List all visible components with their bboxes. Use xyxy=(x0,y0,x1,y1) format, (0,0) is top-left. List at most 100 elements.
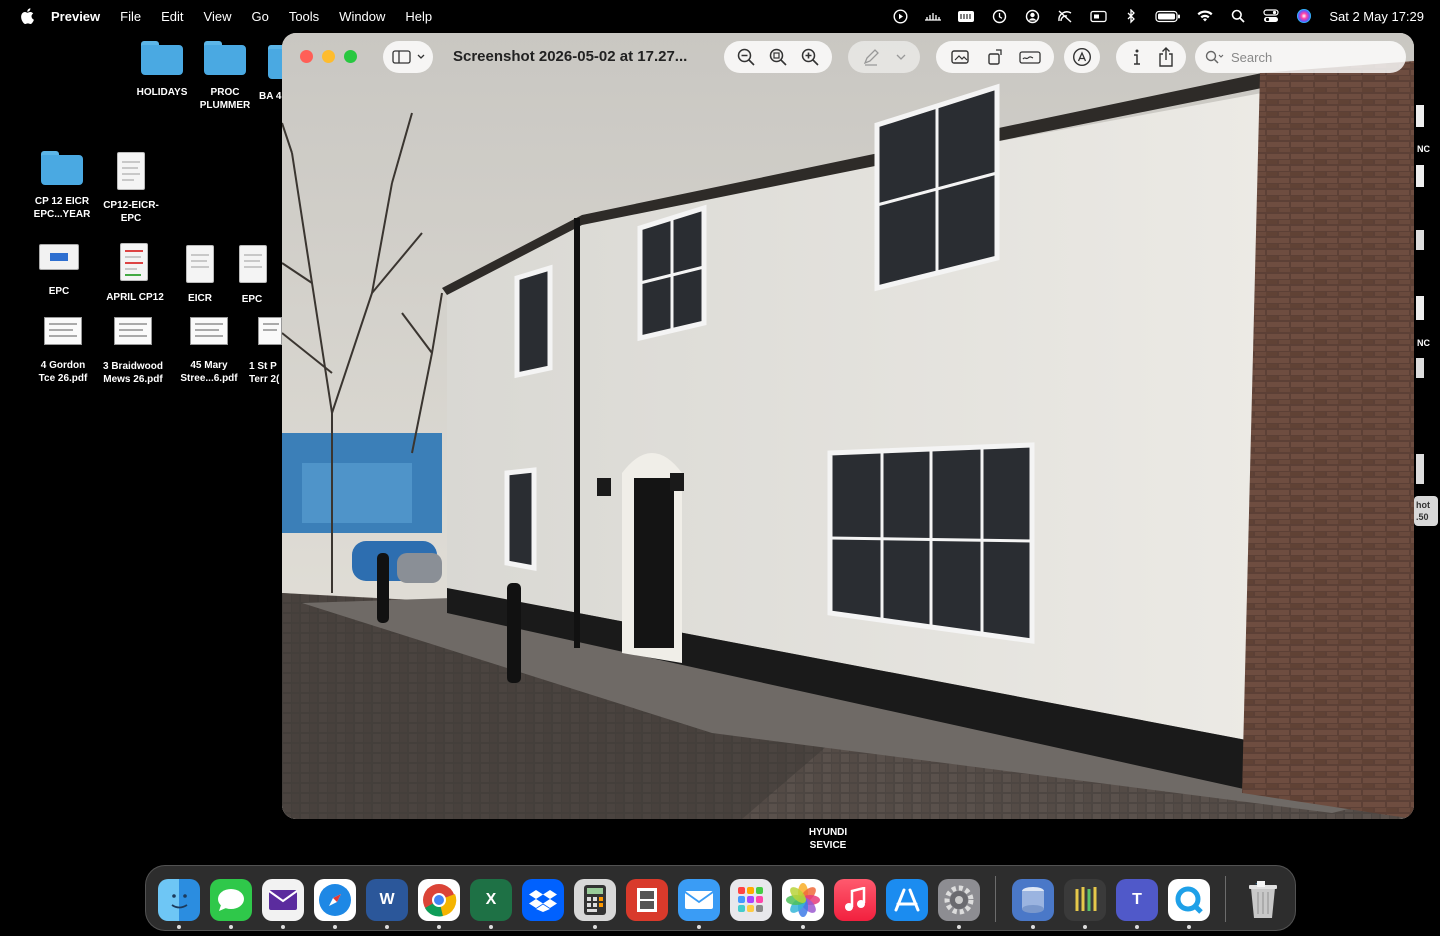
desktop-item-eicr[interactable]: EICR xyxy=(170,292,230,305)
dock-separator xyxy=(1225,876,1226,922)
dock-chrome[interactable] xyxy=(418,879,460,921)
pdf-thumbnail-icon[interactable] xyxy=(190,317,228,345)
user-icon[interactable] xyxy=(1023,9,1041,23)
menu-file[interactable]: File xyxy=(120,9,141,24)
menu-help[interactable]: Help xyxy=(405,9,432,24)
info-icon[interactable] xyxy=(1122,43,1151,71)
dock-music[interactable] xyxy=(834,879,876,921)
desktop-item-1-st-p[interactable]: 1 St P Terr 2( xyxy=(249,360,282,386)
folder-icon[interactable] xyxy=(41,151,83,185)
menu-edit[interactable]: Edit xyxy=(161,9,183,24)
dock-photo-booth[interactable] xyxy=(626,879,668,921)
desktop-item-cp12-eicr-epc[interactable]: CP12-EICR- EPC xyxy=(92,199,170,225)
zoom-in-icon[interactable] xyxy=(795,43,825,71)
zoom-fit-icon[interactable] xyxy=(763,43,793,71)
document-icon[interactable] xyxy=(117,152,145,190)
dock-mail[interactable] xyxy=(678,879,720,921)
battery-icon[interactable] xyxy=(1155,9,1181,23)
search-field[interactable] xyxy=(1195,41,1406,73)
desktop-item-45-mary[interactable]: 45 Mary Stree...6.pdf xyxy=(168,359,250,385)
apple-menu-icon[interactable] xyxy=(19,8,35,24)
folder-icon[interactable] xyxy=(268,45,282,79)
desktop-item-epc-2[interactable]: EPC xyxy=(226,293,278,306)
sidebar-toggle-icon xyxy=(391,50,411,64)
dock-dropbox[interactable] xyxy=(522,879,564,921)
minimize-button[interactable] xyxy=(322,50,335,63)
pdf-thumbnail-icon[interactable] xyxy=(258,317,282,345)
desktop-item-label: SEVICE xyxy=(809,840,847,851)
annotate-button[interactable] xyxy=(1064,41,1100,73)
desktop-item-label: 3 Braidwood xyxy=(102,361,163,372)
dock-word[interactable]: W xyxy=(366,879,408,921)
desktop-fragment-label: .50 xyxy=(1416,512,1429,522)
dock-mail-alt[interactable] xyxy=(262,879,304,921)
dock-photos[interactable] xyxy=(782,879,824,921)
dock-app-store[interactable] xyxy=(886,879,928,921)
time-machine-icon[interactable] xyxy=(990,9,1008,23)
dock-excel[interactable]: X xyxy=(470,879,512,921)
close-button[interactable] xyxy=(300,50,313,63)
dock-calculator[interactable] xyxy=(574,879,616,921)
bluetooth-icon[interactable] xyxy=(1122,8,1140,24)
play-icon[interactable] xyxy=(891,8,909,24)
running-indicator xyxy=(1083,925,1087,929)
share-icon[interactable] xyxy=(1151,43,1180,71)
desktop-item-ba4[interactable]: BA 4 xyxy=(259,90,282,103)
pdf-thumbnail-icon[interactable] xyxy=(114,317,152,345)
document-icon[interactable] xyxy=(120,243,148,281)
dock-teams[interactable]: T xyxy=(1116,879,1158,921)
menu-tools[interactable]: Tools xyxy=(289,9,319,24)
epc-window-thumbnail-icon[interactable] xyxy=(39,244,79,270)
desktop-item-proc-plummer[interactable]: PROC PLUMMER xyxy=(185,86,265,112)
preview-window: Screenshot 2026-05-02 at 17.27... xyxy=(282,33,1414,819)
sign-icon[interactable] xyxy=(1015,43,1045,71)
quicktime-icon xyxy=(1175,886,1203,914)
menu-app-name[interactable]: Preview xyxy=(51,9,100,24)
menu-go[interactable]: Go xyxy=(251,9,268,24)
dock-safari[interactable] xyxy=(314,879,356,921)
zoom-button[interactable] xyxy=(344,50,357,63)
menu-bar: Preview File Edit View Go Tools Window H… xyxy=(0,0,1440,32)
desktop-item-3-braidwood[interactable]: 3 Braidwood Mews 26.pdf xyxy=(92,360,174,386)
pdf-thumbnail-icon[interactable] xyxy=(44,317,82,345)
search-input[interactable] xyxy=(1231,49,1391,65)
menu-view[interactable]: View xyxy=(204,9,232,24)
document-icon[interactable] xyxy=(239,245,267,283)
markup-pen-button[interactable] xyxy=(848,41,920,73)
app-store-icon xyxy=(894,888,920,912)
menu-window[interactable]: Window xyxy=(339,9,385,24)
folder-icon[interactable] xyxy=(141,41,183,75)
trash-icon xyxy=(1249,881,1277,918)
document-icon[interactable] xyxy=(186,245,214,283)
zoom-controls xyxy=(724,41,832,73)
no-signal-icon[interactable] xyxy=(1056,9,1074,23)
dock-keychain[interactable] xyxy=(1064,879,1106,921)
dock-time-machine[interactable] xyxy=(1012,879,1054,921)
running-indicator xyxy=(333,925,337,929)
wifi-icon[interactable] xyxy=(1196,9,1214,23)
control-center-icon[interactable] xyxy=(1262,9,1280,23)
desktop-item-epc-1[interactable]: EPC xyxy=(20,285,98,298)
dock-finder[interactable] xyxy=(158,879,200,921)
dock-messages[interactable] xyxy=(210,879,252,921)
menu-clock[interactable]: Sat 2 May 17:29 xyxy=(1329,9,1424,24)
siri-icon[interactable] xyxy=(1295,9,1313,23)
running-indicator xyxy=(177,925,181,929)
keyboard-icon[interactable] xyxy=(957,9,975,23)
dock-quicktime[interactable] xyxy=(1168,879,1210,921)
dock-trash[interactable] xyxy=(1242,879,1284,921)
sidebar-toggle-button[interactable] xyxy=(383,41,433,73)
rotate-icon[interactable] xyxy=(980,43,1010,71)
desktop-item-hyundai-service[interactable]: HYUNDI SEVICE xyxy=(790,826,866,852)
audio-meter-icon[interactable] xyxy=(924,9,942,23)
crop-icon[interactable] xyxy=(945,43,975,71)
dock-system-settings[interactable] xyxy=(938,879,980,921)
desktop-item-april-cp12[interactable]: APRIL CP12 xyxy=(95,291,175,304)
desktop-fragment-label: hot xyxy=(1416,500,1430,510)
folder-icon[interactable] xyxy=(204,41,246,75)
dock-launchpad[interactable] xyxy=(730,879,772,921)
window-title[interactable]: Screenshot 2026-05-02 at 17.27... xyxy=(453,48,687,65)
display-icon[interactable] xyxy=(1089,9,1107,23)
zoom-out-icon[interactable] xyxy=(731,43,761,71)
search-icon[interactable] xyxy=(1229,9,1247,23)
